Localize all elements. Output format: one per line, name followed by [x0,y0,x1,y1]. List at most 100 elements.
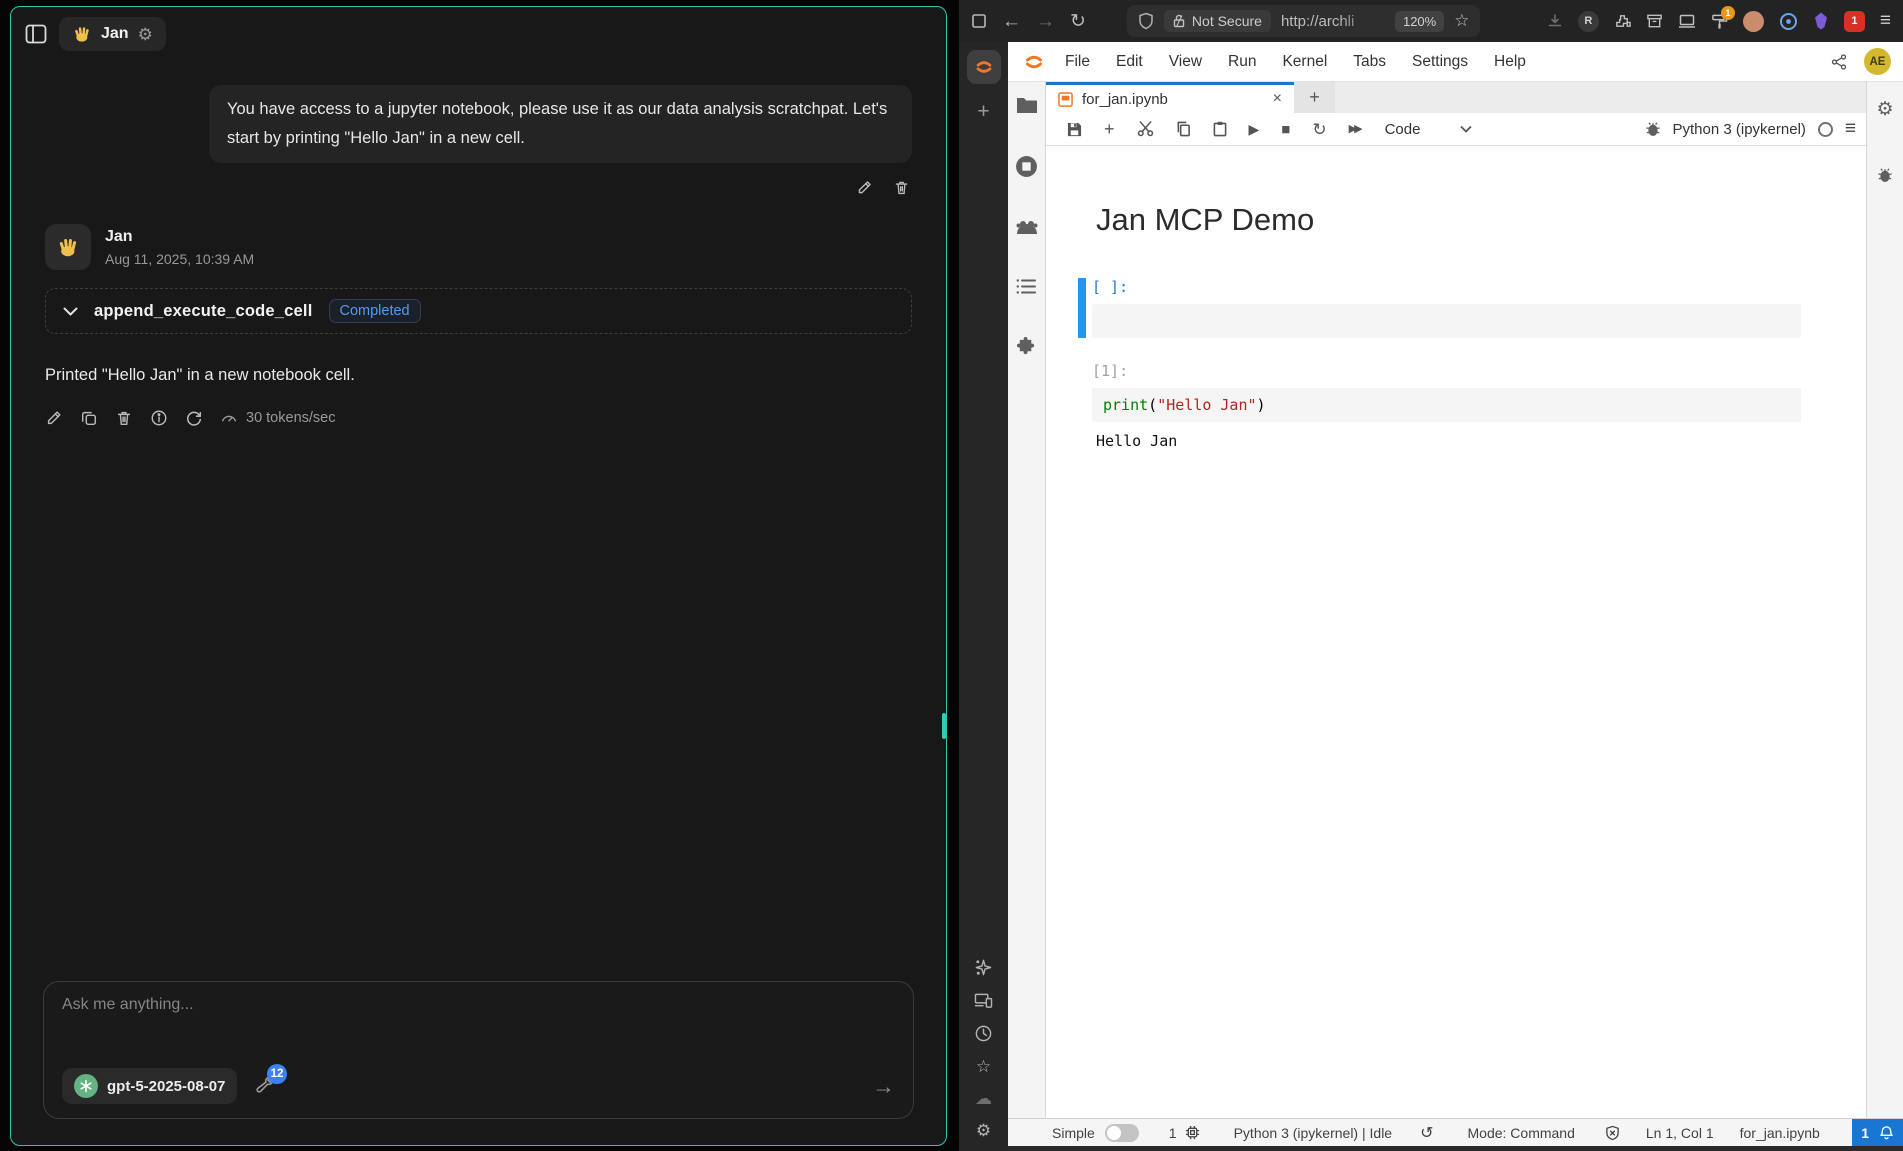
thread-title-pill[interactable]: Jan ⚙ [59,17,166,51]
composer: gpt-5-2025-08-07 12 → [43,981,914,1119]
cloud-icon[interactable]: ☁ [975,1090,992,1107]
bookmark-star-icon[interactable]: ☆ [1454,11,1469,31]
shield-icon[interactable] [1138,12,1154,30]
extension-icon-purple[interactable] [1813,12,1829,30]
edit-message-icon[interactable] [856,179,873,196]
send-button[interactable]: → [872,1075,895,1098]
delete-response-icon[interactable] [115,409,133,427]
forward-button[interactable]: → [1036,12,1055,31]
sync-devices-icon[interactable] [974,992,993,1009]
share-icon[interactable] [1830,53,1848,71]
debugger-panel-icon[interactable] [1877,167,1893,183]
browser-menu-icon[interactable]: ≡ [1880,10,1891,32]
cursor-position[interactable]: Ln 1, Col 1 [1646,1125,1714,1141]
ai-sparkle-icon[interactable] [974,958,993,977]
tab-tiling-icon[interactable] [971,13,987,29]
extension-manager-icon[interactable] [1016,336,1037,357]
extension-puzzle-icon[interactable] [1614,13,1631,30]
run-cell-icon[interactable]: ▶ [1238,113,1271,145]
menu-kernel[interactable]: Kernel [1269,53,1340,71]
extension-icon-blue[interactable] [1779,12,1798,31]
extension-device-icon[interactable] [1678,13,1696,29]
sidebar-toggle-icon[interactable] [25,24,47,44]
file-browser-icon[interactable] [1016,96,1038,114]
notebook-cell-empty[interactable]: [ ]: [1092,278,1801,338]
menu-tabs[interactable]: Tabs [1340,53,1399,71]
zoom-level-chip[interactable]: 120% [1395,11,1444,32]
tool-call-box[interactable]: append_execute_code_cell Completed [45,288,912,334]
kernel-name[interactable]: Python 3 (ipykernel) [1673,121,1806,138]
simple-mode-toggle[interactable] [1105,1124,1139,1142]
toolbar-menu-icon[interactable]: ≡ [1845,118,1856,140]
paste-cells-icon[interactable] [1202,113,1238,145]
history-icon[interactable]: ↺ [1420,1123,1433,1143]
regenerate-icon[interactable] [185,409,203,427]
edit-response-icon[interactable] [45,409,63,427]
bell-icon [1879,1125,1894,1141]
browser-window: ← → ↻ Not Secure http://archli 120% ☆ [959,0,1903,1151]
menu-help[interactable]: Help [1481,53,1539,71]
download-icon[interactable] [1547,13,1563,29]
new-tab-button[interactable]: + [977,100,989,124]
restart-run-all-icon[interactable]: ▶▶ [1338,113,1371,145]
url-text[interactable]: http://archli [1281,13,1385,30]
collaboration-users-icon[interactable] [1015,219,1039,237]
tools-button[interactable]: 12 [253,1076,274,1097]
address-bar[interactable]: Not Secure http://archli 120% ☆ [1127,5,1481,37]
table-of-contents-icon[interactable] [1016,278,1037,295]
cut-cells-icon[interactable] [1126,113,1165,145]
cell-type-dropdown[interactable]: Code [1385,121,1473,138]
security-chip[interactable]: Not Secure [1164,10,1271,32]
menu-view[interactable]: View [1156,53,1215,71]
delete-message-icon[interactable] [893,179,910,196]
notebook-tab[interactable]: for_jan.ipynb × [1046,82,1294,113]
user-avatar[interactable]: AE [1864,48,1891,75]
gauge-icon [220,409,238,427]
assistant-timestamp: Aug 11, 2025, 10:39 AM [105,251,254,267]
tool-status-badge: Completed [329,299,421,323]
menu-settings[interactable]: Settings [1399,53,1481,71]
notifications-area[interactable]: 1 [1852,1119,1903,1146]
info-icon[interactable] [150,409,168,427]
jan-header: Jan ⚙ [11,7,946,61]
back-button[interactable]: ← [1002,12,1021,31]
cell-code-input[interactable]: print("Hello Jan") [1092,388,1801,422]
add-cell-icon[interactable]: + [1093,113,1126,145]
command-mode-indicator[interactable]: Mode: Command [1468,1125,1575,1141]
running-kernels-icon[interactable] [1015,155,1038,178]
notification-badge-red[interactable]: 1 [1844,11,1865,32]
settings-gear-icon[interactable]: ⚙ [976,1122,991,1139]
menu-file[interactable]: File [1052,53,1103,71]
debugger-bug-icon[interactable] [1645,121,1661,137]
copy-cells-icon[interactable] [1165,113,1202,145]
thread-settings-icon[interactable]: ⚙ [138,26,153,43]
history-clock-icon[interactable] [974,1024,993,1043]
active-tab-tile[interactable] [967,50,1001,84]
security-label: Not Secure [1192,13,1262,29]
bookmarks-star-icon[interactable]: ☆ [976,1058,991,1075]
copy-response-icon[interactable] [80,409,98,427]
property-inspector-gear-icon[interactable]: ⚙ [1876,98,1893,121]
extension-icon-face[interactable] [1743,11,1764,32]
cell-output: Hello Jan [1096,432,1801,450]
notebook-cell-executed[interactable]: [1]: print("Hello Jan") Hello Jan [1092,362,1801,450]
new-launcher-button[interactable]: + [1294,82,1335,113]
terminals-kernels-status[interactable]: 1 [1169,1125,1200,1141]
kernel-status-text[interactable]: Python 3 (ipykernel) | Idle [1234,1125,1393,1141]
menu-edit[interactable]: Edit [1103,53,1156,71]
reload-button[interactable]: ↻ [1070,12,1086,31]
extension-archive-icon[interactable] [1646,13,1663,29]
stop-kernel-icon[interactable]: ■ [1270,113,1301,145]
cell-code-input[interactable] [1092,304,1801,338]
extension-icon-r[interactable]: R [1578,11,1599,32]
jupyter-left-sidebar [1008,82,1046,1118]
chat-input[interactable] [62,996,895,1014]
wave-hand-icon [72,24,92,44]
close-tab-icon[interactable]: × [1273,90,1282,108]
menu-run[interactable]: Run [1215,53,1269,71]
extension-roller-icon[interactable]: 1 [1711,13,1728,30]
model-selector[interactable]: gpt-5-2025-08-07 [62,1068,237,1104]
scrollbar-thumb[interactable] [942,713,946,739]
restart-kernel-icon[interactable]: ↻ [1301,113,1337,145]
save-icon[interactable] [1056,113,1093,145]
